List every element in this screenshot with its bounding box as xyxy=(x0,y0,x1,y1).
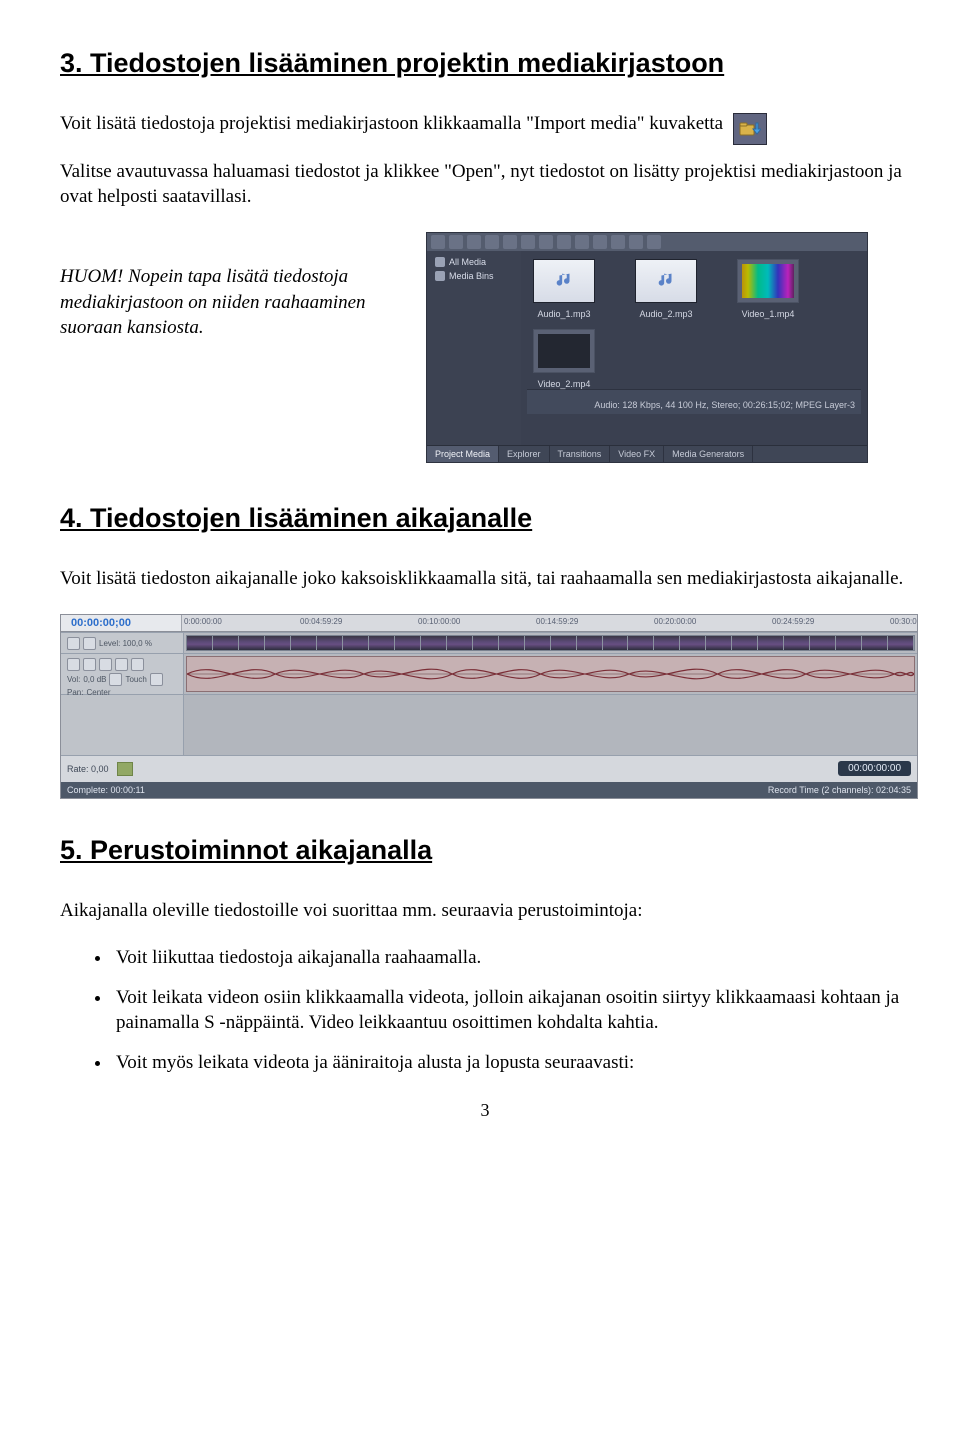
ruler-tick: 00:30:00:00 xyxy=(890,617,917,626)
video-thumbnail-icon xyxy=(533,329,595,373)
ruler-tick: 00:10:00:00 xyxy=(418,617,460,626)
pm-toolbar xyxy=(427,233,867,251)
track-button-icon[interactable] xyxy=(83,637,96,650)
timeline-transport: Rate: 0,00 00:00:00:00 xyxy=(61,755,917,782)
timeline-record-time: Record Time (2 channels): 02:04:35 xyxy=(768,785,911,795)
track-vol-label: Vol: xyxy=(67,675,80,684)
track-level-label: Level: 100,0 % xyxy=(99,639,152,648)
timeline: 00:00:00;00 0:00:00:00 00:04:59:29 00:10… xyxy=(60,614,918,799)
pm-tool-icon[interactable] xyxy=(485,235,499,249)
bullet-item: Voit myös leikata videota ja ääniraitoja… xyxy=(112,1050,910,1076)
section5-bullets: Voit liikuttaa tiedostoja aikajanalla ra… xyxy=(60,945,910,1076)
track-button-icon[interactable] xyxy=(99,658,112,671)
pm-tab-video-fx[interactable]: Video FX xyxy=(610,446,664,462)
pm-sidebar-media-bins[interactable]: Media Bins xyxy=(431,269,517,283)
pm-tool-icon[interactable] xyxy=(629,235,643,249)
empty-track-area[interactable] xyxy=(184,695,917,755)
mp3-icon xyxy=(635,259,697,303)
section4-heading: 4. Tiedostojen lisääminen aikajanalle xyxy=(60,503,910,534)
section3-para2: Valitse avautuvassa haluamasi tiedostot … xyxy=(60,159,910,210)
section3-para1: Voit lisätä tiedostoja projektisi mediak… xyxy=(60,111,723,137)
pm-tool-icon[interactable] xyxy=(647,235,661,249)
pm-tab-explorer[interactable]: Explorer xyxy=(499,446,550,462)
pm-sidebar: All Media Media Bins xyxy=(427,251,521,445)
pm-tool-icon[interactable] xyxy=(611,235,625,249)
mp3-icon xyxy=(533,259,595,303)
video-track[interactable] xyxy=(184,633,917,653)
track-button-icon[interactable] xyxy=(109,673,122,686)
pm-thumbnails: Audio_1.mp3 Audio_2.mp3 Video_1.mp4 xyxy=(521,251,867,445)
ruler-tick: 0:00:00:00 xyxy=(184,617,222,626)
video-clip[interactable] xyxy=(186,635,915,651)
section3-heading: 3. Tiedostojen lisääminen projektin medi… xyxy=(60,48,910,79)
pm-sidebar-label: Media Bins xyxy=(449,271,494,281)
ruler-tick: 00:24:59:29 xyxy=(772,617,814,626)
transport-timecode[interactable]: 00:00:00:00 xyxy=(838,761,911,776)
project-media-panel: All Media Media Bins Audio_1.mp3 xyxy=(426,232,868,463)
audio-clip[interactable] xyxy=(186,656,915,692)
bullet-item: Voit liikuttaa tiedostoja aikajanalla ra… xyxy=(112,945,910,971)
pm-thumb-audio[interactable]: Audio_1.mp3 xyxy=(527,259,601,319)
pm-tool-icon[interactable] xyxy=(575,235,589,249)
track-button-icon[interactable] xyxy=(67,658,80,671)
pm-sidebar-label: All Media xyxy=(449,257,486,267)
import-media-icon xyxy=(733,113,767,145)
pm-tool-icon[interactable] xyxy=(557,235,571,249)
timeline-ruler[interactable]: 00:00:00;00 0:00:00:00 00:04:59:29 00:10… xyxy=(61,615,917,632)
track-button-icon[interactable] xyxy=(67,637,80,650)
track-button-icon[interactable] xyxy=(131,658,144,671)
track-button-icon[interactable] xyxy=(150,673,163,686)
pm-thumb-video[interactable]: Video_2.mp4 xyxy=(527,329,601,389)
pm-tabs: Project Media Explorer Transitions Video… xyxy=(427,445,867,462)
waveform-icon xyxy=(187,657,914,691)
pm-tool-icon[interactable] xyxy=(503,235,517,249)
section5-intro: Aikajanalla oleville tiedostoille voi su… xyxy=(60,898,910,924)
transport-rate: Rate: 0,00 xyxy=(67,764,109,774)
pm-tab-transitions[interactable]: Transitions xyxy=(550,446,611,462)
transport-play-icon[interactable] xyxy=(117,762,133,776)
page-number: 3 xyxy=(60,1100,910,1121)
video-track-head[interactable]: Level: 100,0 % xyxy=(61,633,184,653)
empty-track-head[interactable] xyxy=(61,695,184,755)
track-touch-label: Touch xyxy=(125,675,146,684)
section3-huom: HUOM! Nopein tapa lisätä tiedostoja medi… xyxy=(60,232,410,441)
track-button-icon[interactable] xyxy=(83,658,96,671)
track-button-icon[interactable] xyxy=(115,658,128,671)
timeline-timecode[interactable]: 00:00:00;00 xyxy=(61,615,182,631)
timeline-footer: Complete: 00:00:11 Record Time (2 channe… xyxy=(61,782,917,798)
audio-track[interactable] xyxy=(184,654,917,694)
pm-thumb-label: Video_2.mp4 xyxy=(527,379,601,389)
pm-tool-icon[interactable] xyxy=(431,235,445,249)
ruler-tick: 00:04:59:29 xyxy=(300,617,342,626)
pm-tool-icon[interactable] xyxy=(467,235,481,249)
track-vol-value: 0,0 dB xyxy=(83,675,106,684)
pm-tab-media-generators[interactable]: Media Generators xyxy=(664,446,753,462)
pm-thumb-audio[interactable]: Audio_2.mp3 xyxy=(629,259,703,319)
section4-para1: Voit lisätä tiedoston aikajanalle joko k… xyxy=(60,566,910,592)
pm-thumb-label: Video_1.mp4 xyxy=(731,309,805,319)
pm-tool-icon[interactable] xyxy=(593,235,607,249)
ruler-tick: 00:14:59:29 xyxy=(536,617,578,626)
section5-heading: 5. Perustoiminnot aikajanalla xyxy=(60,835,910,866)
pm-thumb-label: Audio_1.mp3 xyxy=(527,309,601,319)
audio-track-head[interactable]: Vol: 0,0 dB Touch Pan: Center xyxy=(61,654,184,694)
pm-thumb-video[interactable]: Video_1.mp4 xyxy=(731,259,805,319)
timeline-complete: Complete: 00:00:11 xyxy=(67,785,145,795)
pm-tool-icon[interactable] xyxy=(521,235,535,249)
bullet-item: Voit leikata videon osiin klikkaamalla v… xyxy=(112,985,910,1036)
video-thumbnail-icon xyxy=(737,259,799,303)
pm-tool-icon[interactable] xyxy=(539,235,553,249)
ruler-tick: 00:20:00:00 xyxy=(654,617,696,626)
timeline-ruler-ticks[interactable]: 0:00:00:00 00:04:59:29 00:10:00:00 00:14… xyxy=(182,615,917,631)
pm-tool-icon[interactable] xyxy=(449,235,463,249)
pm-status: Audio: 128 Kbps, 44 100 Hz, Stereo; 00:2… xyxy=(527,389,861,414)
pm-tab-project-media[interactable]: Project Media xyxy=(427,446,499,462)
pm-thumb-label: Audio_2.mp3 xyxy=(629,309,703,319)
pm-sidebar-all-media[interactable]: All Media xyxy=(431,255,517,269)
